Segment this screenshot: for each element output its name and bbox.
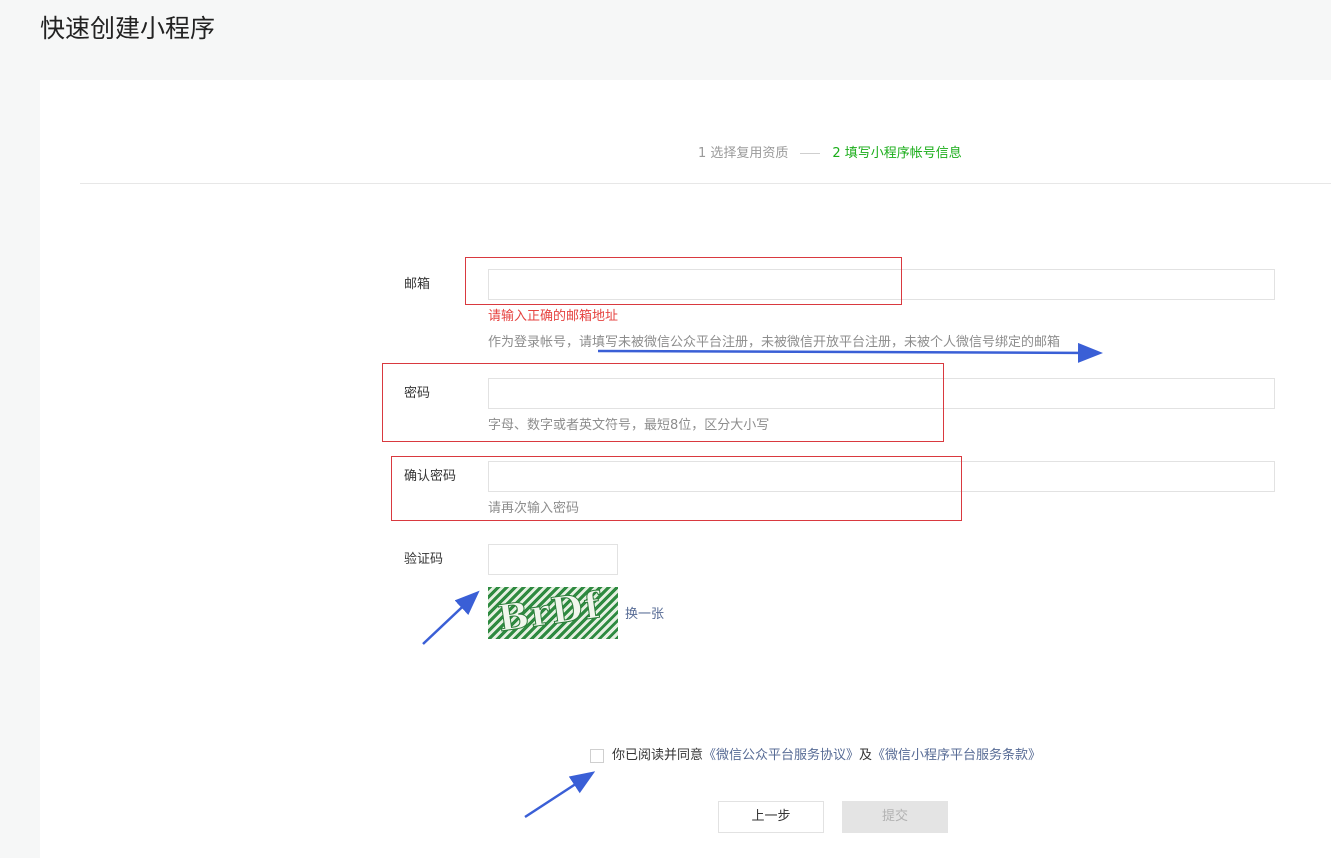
annotation-box-password: [382, 363, 944, 442]
captcha-label: 验证码: [404, 552, 444, 567]
email-label: 邮箱: [404, 277, 431, 292]
step-2-active: 2 填写小程序帐号信息: [832, 146, 962, 161]
email-hint: 作为登录帐号，请填写未被微信公众平台注册，未被微信开放平台注册，未被个人微信号绑…: [488, 335, 1061, 350]
step-1: 1 选择复用资质: [698, 146, 789, 161]
agreement-middle: 及: [859, 748, 873, 763]
step-indicator: 1 选择复用资质 2 填写小程序帐号信息: [698, 144, 962, 164]
miniprogram-terms-link[interactable]: 《微信小程序平台服务条款》: [872, 748, 1041, 763]
agreement-checkbox[interactable]: [590, 748, 604, 763]
agreement-row: 你已阅读并同意《微信公众平台服务协议》及《微信小程序平台服务条款》: [590, 746, 1041, 766]
captcha-input[interactable]: [488, 544, 618, 575]
service-agreement-link[interactable]: 《微信公众平台服务协议》: [703, 748, 859, 763]
agreement-prefix: 你已阅读并同意: [612, 748, 704, 763]
annotation-box-confirm-password: [391, 456, 962, 521]
page-title: 快速创建小程序: [40, 14, 216, 43]
steps-divider: [80, 183, 1331, 184]
step-separator: [800, 153, 821, 154]
captcha-image-text: BrDf: [495, 587, 605, 639]
annotation-box-email: [465, 257, 902, 305]
refresh-captcha-link[interactable]: 换一张: [625, 603, 664, 622]
prev-step-button[interactable]: 上一步: [718, 801, 824, 833]
submit-button[interactable]: 提交: [842, 801, 948, 833]
email-error: 请输入正确的邮箱地址: [488, 309, 619, 324]
captcha-image[interactable]: BrDf: [488, 587, 618, 639]
